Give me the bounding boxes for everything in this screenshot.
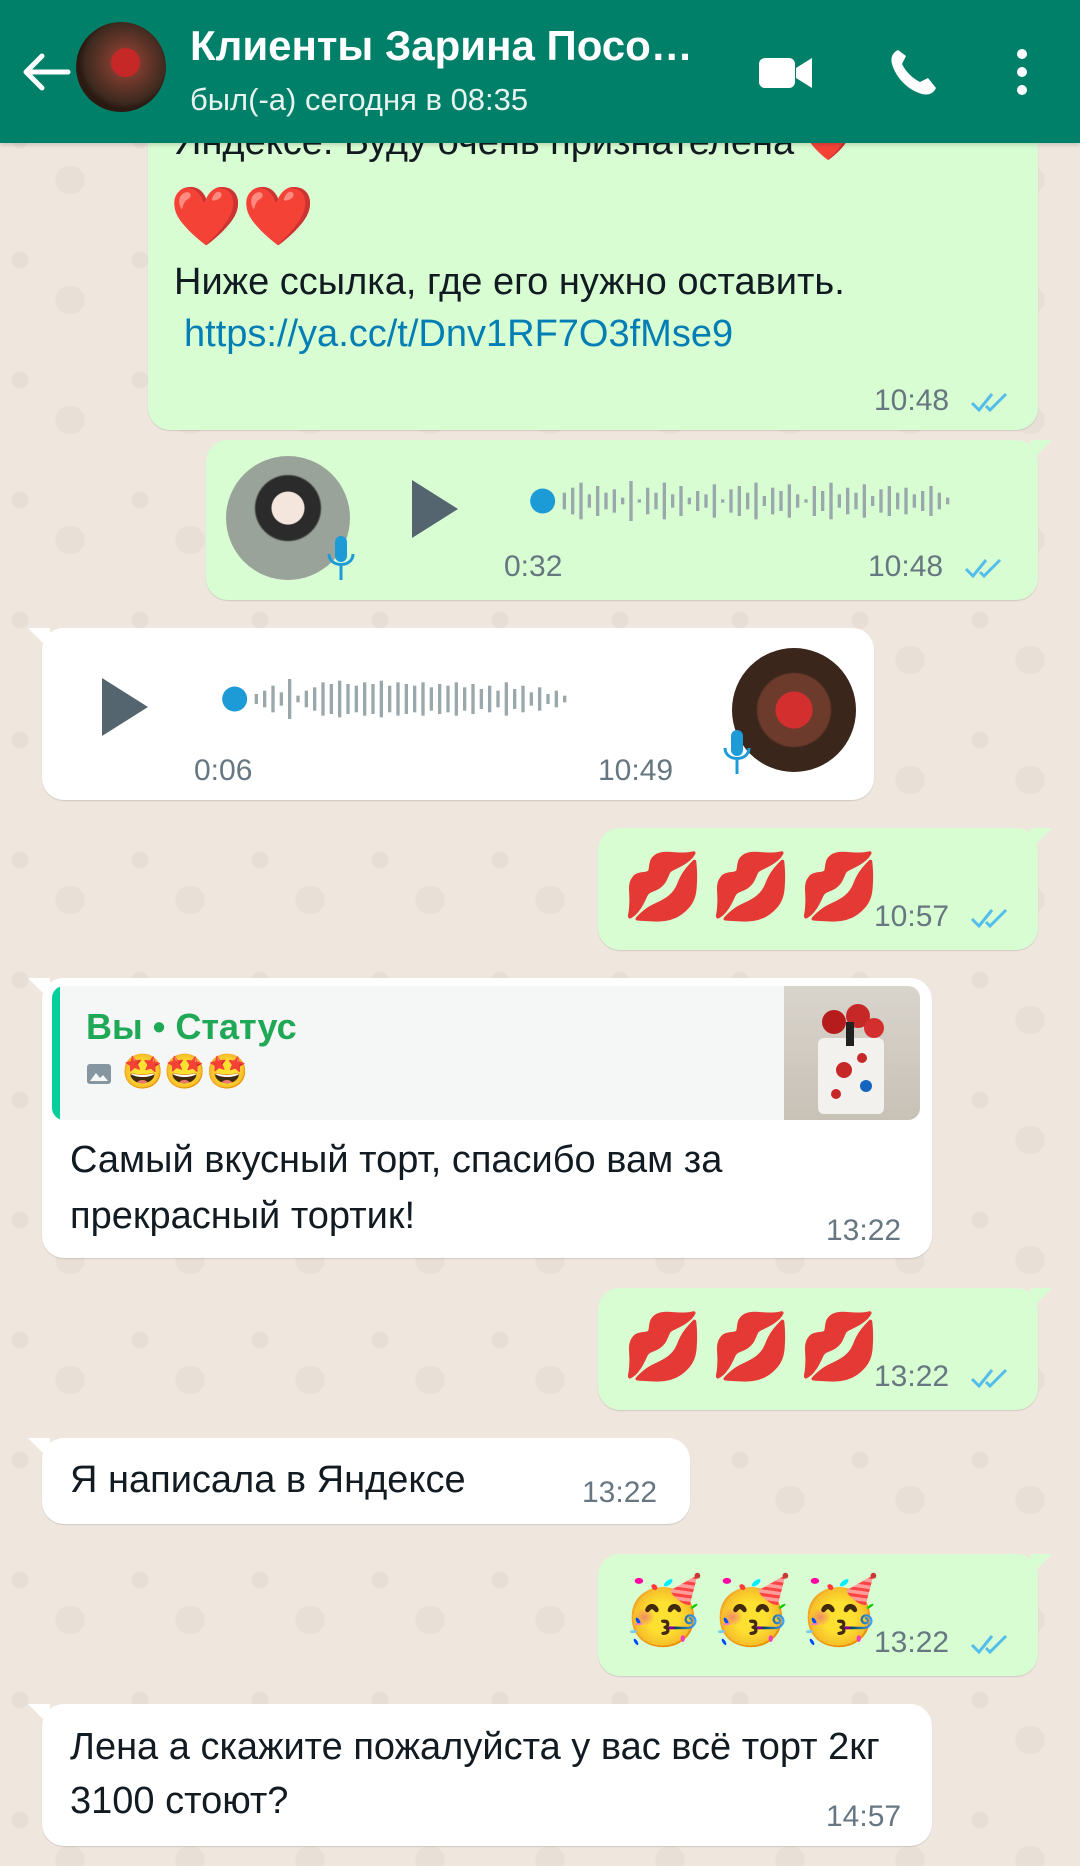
last-seen-status: был(-а) сегодня в 08:35 xyxy=(190,82,529,117)
read-receipt-icon xyxy=(964,558,1002,579)
message-time: 10:48 xyxy=(868,550,944,583)
more-vert-icon[interactable] xyxy=(1000,44,1044,100)
contact-avatar[interactable] xyxy=(76,22,166,112)
kiss-emoji: 💋💋💋 xyxy=(622,849,887,923)
message-time: 10:49 xyxy=(598,754,674,787)
phone-icon[interactable] xyxy=(884,44,944,100)
status-thumbnail xyxy=(784,986,920,1120)
hearts-emoji: ❤️❤️ xyxy=(170,184,315,249)
message-time: 13:22 xyxy=(874,1626,950,1659)
play-icon[interactable] xyxy=(94,672,154,742)
play-icon[interactable] xyxy=(404,474,464,544)
message-outgoing-text[interactable]: Яндексе. Буду очень признателена ❤️ ❤️❤️… xyxy=(148,100,1038,430)
chat-header: Клиенты Зарина Посо… был(-а) сегодня в 0… xyxy=(0,0,1080,143)
quoted-status[interactable]: Вы • Статус 🤩🤩🤩 xyxy=(52,986,920,1120)
quote-accent-bar xyxy=(52,986,60,1120)
message-incoming-voice[interactable]: 0:06 10:49 xyxy=(28,628,874,800)
microphone-icon xyxy=(327,536,355,580)
message-time: 13:22 xyxy=(826,1214,902,1247)
voice-waveform[interactable] xyxy=(178,674,698,724)
read-receipt-icon xyxy=(970,908,1008,929)
message-text: Я написала в Яндексе xyxy=(70,1459,466,1501)
party-face-emoji: 🥳🥳🥳 xyxy=(622,1573,887,1647)
message-incoming-text[interactable]: Я написала в Яндексе 13:22 xyxy=(28,1438,690,1524)
message-text: Ниже ссылка, где его нужно оставить. xyxy=(174,261,845,303)
message-link[interactable]: https://ya.cc/t/Dnv1RF7O3fMse9 xyxy=(184,310,733,358)
voice-duration: 0:32 xyxy=(504,550,563,583)
quote-content: 🤩🤩🤩 xyxy=(86,1052,248,1092)
message-text: Лена а скажите пожалуйста у вас всё торт… xyxy=(70,1726,880,1822)
message-time: 14:57 xyxy=(826,1800,902,1833)
message-outgoing-emoji[interactable]: 💋💋💋 13:22 xyxy=(598,1288,1052,1410)
message-incoming-text[interactable]: Лена а скажите пожалуйста у вас всё торт… xyxy=(28,1704,932,1846)
image-icon xyxy=(87,1064,111,1085)
kiss-emoji: 💋💋💋 xyxy=(622,1309,887,1383)
message-outgoing-emoji[interactable]: 💋💋💋 10:57 xyxy=(598,828,1052,950)
message-time: 13:22 xyxy=(874,1360,950,1393)
read-receipt-icon xyxy=(970,1368,1008,1389)
message-time: 13:22 xyxy=(582,1476,658,1509)
quote-author: Вы • Статус xyxy=(86,1006,297,1047)
message-text: Самый вкусный торт, спасибо вам за прекр… xyxy=(70,1139,723,1237)
quote-emoji: 🤩🤩🤩 xyxy=(121,1053,249,1091)
contact-name[interactable]: Клиенты Зарина Посо… xyxy=(190,22,720,70)
message-outgoing-voice[interactable]: 0:32 10:48 xyxy=(206,440,1052,600)
read-receipt-icon xyxy=(970,392,1008,413)
voice-waveform[interactable] xyxy=(486,476,1006,526)
back-arrow-icon[interactable] xyxy=(18,48,74,96)
read-receipt-icon xyxy=(970,1634,1008,1655)
message-time: 10:57 xyxy=(874,900,950,933)
microphone-icon xyxy=(723,730,751,774)
voice-duration: 0:06 xyxy=(194,754,253,787)
message-outgoing-emoji[interactable]: 🥳🥳🥳 13:22 xyxy=(598,1554,1052,1676)
message-time: 10:48 xyxy=(874,384,950,417)
video-call-icon[interactable] xyxy=(756,44,816,100)
